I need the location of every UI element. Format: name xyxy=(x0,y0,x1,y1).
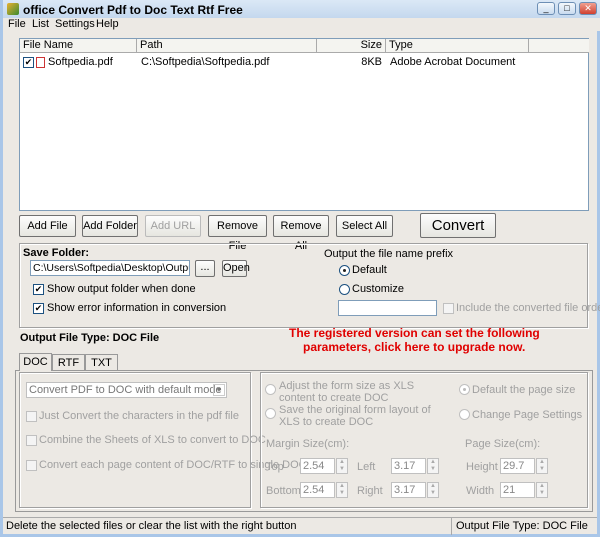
top-spinner[interactable]: ▲ ▼ xyxy=(336,458,348,474)
status-message: Delete the selected files or clear the l… xyxy=(6,520,297,532)
upgrade-line-1: The registered version can set the follo… xyxy=(289,326,540,340)
menu-list[interactable]: List xyxy=(32,18,49,30)
just-convert-label: Just Convert the characters in the pdf f… xyxy=(39,410,239,422)
right-input[interactable]: 3.17 xyxy=(391,482,426,498)
maximize-button[interactable]: □ xyxy=(558,2,576,15)
combine-sheets-label: Combine the Sheets of XLS to convert to … xyxy=(39,434,266,446)
menu-bar: File List Settings Help xyxy=(3,18,600,31)
height-label: Height xyxy=(466,461,498,473)
status-bar: Delete the selected files or clear the l… xyxy=(3,517,597,535)
menu-settings[interactable]: Settings xyxy=(55,18,95,30)
top-input[interactable]: 2.54 xyxy=(300,458,335,474)
close-button[interactable]: ✕ xyxy=(579,2,597,15)
combine-sheets-checkbox[interactable] xyxy=(26,435,37,446)
title-bar: office Convert Pdf to Doc Text Rtf Free … xyxy=(3,0,600,18)
show-folder-checkbox[interactable]: ✔ xyxy=(33,284,44,295)
left-input[interactable]: 3.17 xyxy=(391,458,426,474)
add-file-button[interactable]: Add File xyxy=(19,215,76,237)
adjust-form-label: Adjust the form size as XLS content to c… xyxy=(279,380,415,404)
save-layout-label: Save the original form layout of XLS to … xyxy=(279,404,431,428)
default-radio[interactable] xyxy=(339,265,350,276)
tab-rtf[interactable]: RTF xyxy=(52,354,85,371)
row-name: Softpedia.pdf xyxy=(48,56,113,68)
upgrade-link[interactable]: The registered version can set the follo… xyxy=(289,326,540,354)
prefix-input[interactable] xyxy=(338,300,437,316)
convert-button[interactable]: Convert xyxy=(420,213,496,238)
add-folder-button[interactable]: Add Folder xyxy=(82,215,138,237)
column-blank xyxy=(529,39,589,53)
save-layout-radio[interactable] xyxy=(265,408,276,419)
height-input[interactable]: 29.7 xyxy=(500,458,535,474)
app-window: office Convert Pdf to Doc Text Rtf Free … xyxy=(0,0,600,537)
mode-select[interactable]: Convert PDF to DOC with default mode ▼ xyxy=(26,382,227,398)
left-label: Left xyxy=(357,461,376,473)
status-divider xyxy=(451,518,452,535)
window-title: office Convert Pdf to Doc Text Rtf Free xyxy=(23,3,243,17)
minimize-button[interactable]: _ xyxy=(537,2,555,15)
page-size-label: Page Size(cm): xyxy=(465,438,541,450)
menu-file[interactable]: File xyxy=(8,18,26,30)
app-logo-icon xyxy=(7,3,19,15)
prefix-label: Output the file name prefix xyxy=(324,248,454,260)
chevron-down-icon: ▼ xyxy=(213,384,225,396)
pdf-file-icon xyxy=(36,57,45,68)
change-page-label: Change Page Settings xyxy=(472,409,583,421)
file-list[interactable]: File Name Path Size Type ✔ Softpedia.pdf… xyxy=(19,38,589,211)
width-spinner[interactable]: ▲ ▼ xyxy=(536,482,548,498)
customize-radio[interactable] xyxy=(339,284,350,295)
top-label: Top xyxy=(266,461,284,473)
column-type[interactable]: Type xyxy=(386,39,529,53)
width-input[interactable]: 21 xyxy=(500,482,535,498)
bottom-label: Bottom xyxy=(266,485,301,497)
left-spinner[interactable]: ▲ ▼ xyxy=(427,458,439,474)
save-folder-input[interactable]: C:\Users\Softpedia\Desktop\Output Files xyxy=(30,260,190,276)
right-label: Right xyxy=(357,485,383,497)
default-label: Default xyxy=(352,264,387,276)
status-output-type: Output File Type: DOC File xyxy=(456,520,588,532)
tab-txt[interactable]: TXT xyxy=(85,354,118,371)
add-url-button[interactable]: Add URL xyxy=(145,215,201,237)
margin-size-label: Margin Size(cm): xyxy=(266,438,350,450)
width-label: Width xyxy=(466,485,495,497)
adjust-form-radio[interactable] xyxy=(265,384,276,395)
remove-file-button[interactable]: Remove File xyxy=(208,215,267,252)
show-error-checkbox[interactable]: ✔ xyxy=(33,303,44,314)
include-order-label: Include the converted file order xyxy=(456,302,600,314)
show-error-label: Show error information in conversion xyxy=(47,302,227,314)
default-page-radio[interactable] xyxy=(459,384,470,395)
open-button[interactable]: Open xyxy=(222,260,250,277)
menu-help[interactable]: Help xyxy=(96,18,119,30)
column-size[interactable]: Size xyxy=(317,39,386,53)
browse-button[interactable]: ... xyxy=(195,260,215,277)
right-spinner[interactable]: ▲ ▼ xyxy=(427,482,439,498)
height-spinner[interactable]: ▲ ▼ xyxy=(536,458,548,474)
mode-value: Convert PDF to DOC with default mode xyxy=(29,384,222,396)
column-path[interactable]: Path xyxy=(137,39,317,53)
tab-doc[interactable]: DOC xyxy=(19,353,52,371)
row-size: 8KB xyxy=(361,56,382,68)
bottom-spinner[interactable]: ▲ ▼ xyxy=(336,482,348,498)
include-order-checkbox[interactable] xyxy=(443,303,454,314)
show-folder-label: Show output folder when done xyxy=(47,283,196,295)
row-checkbox[interactable]: ✔ xyxy=(23,57,34,68)
bottom-input[interactable]: 2.54 xyxy=(300,482,335,498)
table-row[interactable]: ✔ Softpedia.pdf C:\Softpedia\Softpedia.p… xyxy=(20,55,588,70)
output-file-type: Output File Type: DOC File xyxy=(20,332,160,344)
default-page-label: Default the page size xyxy=(472,384,576,396)
column-file-name[interactable]: File Name xyxy=(20,39,137,53)
just-convert-checkbox[interactable] xyxy=(26,411,37,422)
upgrade-line-2: parameters, click here to upgrade now. xyxy=(303,340,526,354)
remove-all-button[interactable]: Remove All xyxy=(273,215,329,252)
save-folder-label: Save Folder: xyxy=(23,247,90,259)
change-page-radio[interactable] xyxy=(459,409,470,420)
row-path: C:\Softpedia\Softpedia.pdf xyxy=(141,56,270,68)
select-all-button[interactable]: Select All xyxy=(336,215,393,237)
customize-label: Customize xyxy=(352,283,404,295)
single-doc-checkbox[interactable] xyxy=(26,460,37,471)
row-type: Adobe Acrobat Document xyxy=(390,56,516,68)
